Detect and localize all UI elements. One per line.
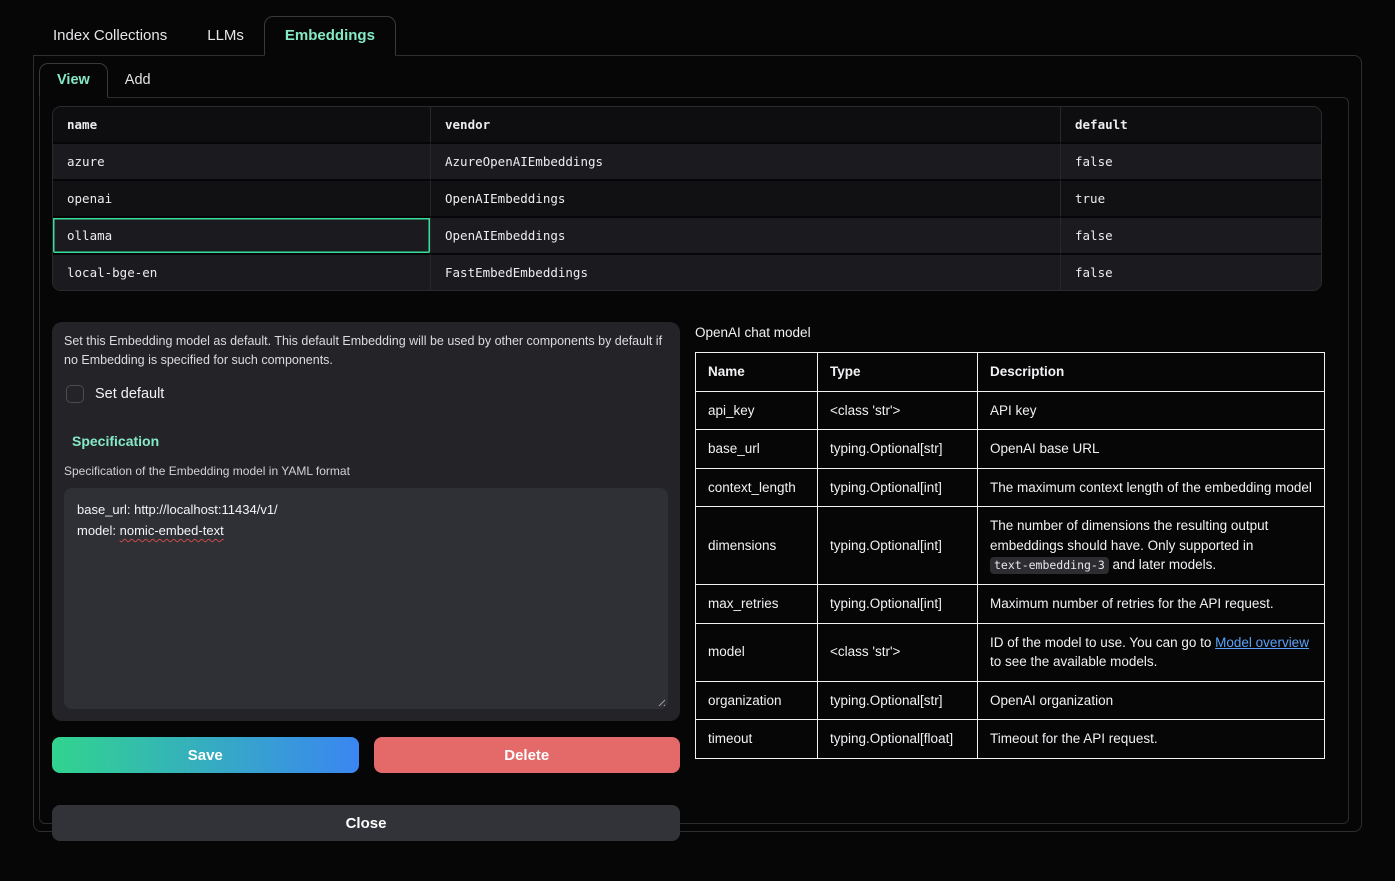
- doc-description-cell: OpenAI organization: [978, 681, 1325, 720]
- doc-header-row: NameTypeDescription: [696, 353, 1325, 392]
- set-default-checkbox[interactable]: [66, 385, 84, 403]
- doc-name-cell: model: [696, 623, 818, 681]
- detail-area: Set this Embedding model as default. Thi…: [52, 322, 1339, 841]
- default-description: Set this Embedding model as default. Thi…: [64, 332, 668, 370]
- emb-row-vendor-cell[interactable]: FastEmbedEmbeddings: [431, 253, 1061, 290]
- tab-add[interactable]: Add: [108, 64, 168, 97]
- doc-name-cell: timeout: [696, 720, 818, 759]
- close-button[interactable]: Close: [52, 805, 680, 841]
- doc-type-cell: <class 'str'>: [818, 391, 978, 430]
- model-doc-title: OpenAI chat model: [695, 325, 1339, 340]
- emb-row-default-cell[interactable]: false: [1061, 142, 1321, 179]
- doc-row: max_retriestyping.Optional[int]Maximum n…: [696, 584, 1325, 623]
- doc-name-cell: max_retries: [696, 584, 818, 623]
- code-chip: text-embedding-3: [990, 557, 1109, 574]
- sub-tab-bar: ViewAdd: [39, 63, 1349, 97]
- doc-description-cell: The number of dimensions the resulting o…: [978, 507, 1325, 585]
- emb-row-vendor-cell[interactable]: OpenAIEmbeddings: [431, 216, 1061, 253]
- delete-button[interactable]: Delete: [374, 737, 681, 773]
- embeddings-panel: ViewAdd namevendordefault azureAzureOpenA…: [33, 55, 1362, 832]
- doc-description-cell: API key: [978, 391, 1325, 430]
- yaml-line: model: nomic-embed-text: [77, 520, 655, 541]
- set-default-checkbox-row[interactable]: Set default: [66, 385, 668, 403]
- doc-description-cell: OpenAI base URL: [978, 430, 1325, 469]
- doc-description-cell: The maximum context length of the embedd…: [978, 468, 1325, 507]
- doc-name-cell: context_length: [696, 468, 818, 507]
- doc-row: organizationtyping.Optional[str]OpenAI o…: [696, 681, 1325, 720]
- page-root: Index CollectionsLLMsEmbeddings ViewAdd …: [0, 0, 1395, 832]
- column-header-name: name: [53, 107, 431, 142]
- emb-row-name-cell[interactable]: local-bge-en: [53, 253, 431, 290]
- left-column: Set this Embedding model as default. Thi…: [52, 322, 680, 841]
- emb-row-name-cell[interactable]: ollama: [53, 216, 431, 253]
- view-tab-content: namevendordefault azureAzureOpenAIEmbeddi…: [39, 97, 1349, 824]
- model-doc-table: NameTypeDescriptionapi_key<class 'str'>A…: [695, 352, 1325, 759]
- doc-type-cell: <class 'str'>: [818, 623, 978, 681]
- default-settings-panel: Set this Embedding model as default. Thi…: [52, 322, 680, 721]
- doc-type-cell: typing.Optional[float]: [818, 720, 978, 759]
- main-tab-bar: Index CollectionsLLMsEmbeddings: [33, 16, 1362, 55]
- doc-row: model<class 'str'>ID of the model to use…: [696, 623, 1325, 681]
- yaml-line: base_url: http://localhost:11434/v1/: [77, 499, 655, 520]
- tab-llms[interactable]: LLMs: [187, 17, 264, 55]
- doc-column-header-description: Description: [978, 353, 1325, 392]
- right-column: OpenAI chat model NameTypeDescriptionapi…: [695, 322, 1339, 841]
- action-button-row: Save Delete: [52, 737, 680, 773]
- doc-type-cell: typing.Optional[int]: [818, 584, 978, 623]
- save-button[interactable]: Save: [52, 737, 359, 773]
- resize-handle-icon[interactable]: [655, 696, 665, 706]
- specification-subtitle: Specification of the Embedding model in …: [64, 464, 668, 478]
- doc-name-cell: dimensions: [696, 507, 818, 585]
- column-header-default: default: [1061, 107, 1321, 142]
- doc-name-cell: base_url: [696, 430, 818, 469]
- doc-column-header-name: Name: [696, 353, 818, 392]
- set-default-label: Set default: [95, 386, 164, 402]
- emb-row-default-cell[interactable]: true: [1061, 179, 1321, 216]
- column-header-vendor: vendor: [431, 107, 1061, 142]
- doc-type-cell: typing.Optional[int]: [818, 507, 978, 585]
- doc-type-cell: typing.Optional[int]: [818, 468, 978, 507]
- specification-heading: Specification: [72, 433, 668, 449]
- doc-row: timeouttyping.Optional[float]Timeout for…: [696, 720, 1325, 759]
- yaml-spec-editor[interactable]: base_url: http://localhost:11434/v1/mode…: [64, 488, 668, 709]
- doc-name-cell: organization: [696, 681, 818, 720]
- doc-description-cell: ID of the model to use. You can go to Mo…: [978, 623, 1325, 681]
- tab-view[interactable]: View: [39, 63, 108, 98]
- doc-row: api_key<class 'str'>API key: [696, 391, 1325, 430]
- doc-description-cell: Timeout for the API request.: [978, 720, 1325, 759]
- doc-row: base_urltyping.Optional[str]OpenAI base …: [696, 430, 1325, 469]
- emb-row-name-cell[interactable]: azure: [53, 142, 431, 179]
- tab-index-collections[interactable]: Index Collections: [33, 17, 187, 55]
- doc-description-cell: Maximum number of retries for the API re…: [978, 584, 1325, 623]
- emb-row-name-cell[interactable]: openai: [53, 179, 431, 216]
- emb-row-vendor-cell[interactable]: AzureOpenAIEmbeddings: [431, 142, 1061, 179]
- doc-row: context_lengthtyping.Optional[int]The ma…: [696, 468, 1325, 507]
- doc-column-header-type: Type: [818, 353, 978, 392]
- emb-row-default-cell[interactable]: false: [1061, 253, 1321, 290]
- doc-row: dimensionstyping.Optional[int]The number…: [696, 507, 1325, 585]
- tab-embeddings[interactable]: Embeddings: [264, 16, 396, 56]
- doc-type-cell: typing.Optional[str]: [818, 681, 978, 720]
- emb-row-default-cell[interactable]: false: [1061, 216, 1321, 253]
- misspelled-word: nomic-embed-text: [120, 523, 224, 538]
- embeddings-table: namevendordefault azureAzureOpenAIEmbeddi…: [52, 106, 1322, 291]
- emb-row-vendor-cell[interactable]: OpenAIEmbeddings: [431, 179, 1061, 216]
- doc-type-cell: typing.Optional[str]: [818, 430, 978, 469]
- model-overview-link[interactable]: Model overview: [1215, 635, 1309, 650]
- doc-name-cell: api_key: [696, 391, 818, 430]
